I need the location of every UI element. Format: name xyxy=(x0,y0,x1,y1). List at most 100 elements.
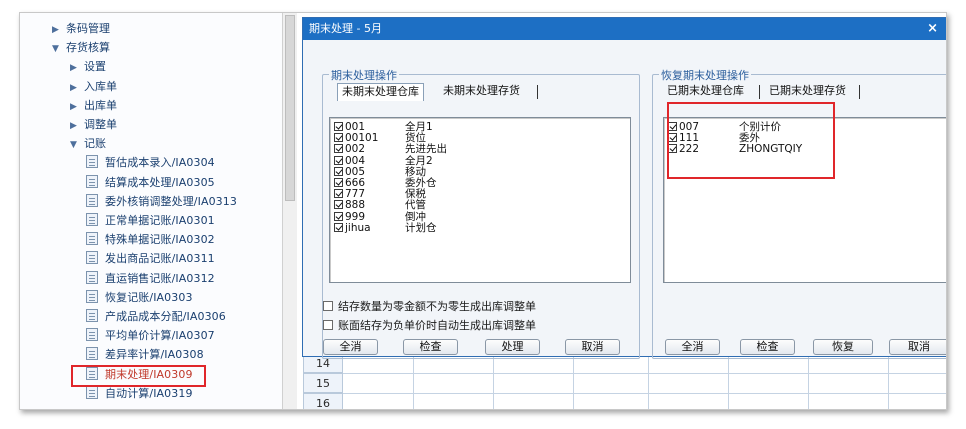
grid-line xyxy=(493,353,494,409)
list-item[interactable]: 888 代管 xyxy=(334,200,426,211)
nav-leaf-item[interactable]: 特殊单据记账/IA0302 xyxy=(86,231,215,249)
checkbox[interactable] xyxy=(334,200,343,210)
nav-leaf-item[interactable]: 暂估成本录入/IA0304 xyxy=(86,154,215,172)
checkbox[interactable] xyxy=(334,189,343,199)
list-item[interactable]: 004 全月2 xyxy=(334,154,433,167)
checkbox[interactable] xyxy=(334,211,343,221)
chevron-right-icon[interactable]: ▶ xyxy=(70,98,84,116)
nav-leaf-item[interactable]: 平均单价计算/IA0307 xyxy=(86,327,215,345)
grid-line xyxy=(728,353,729,409)
left-cancel-button[interactable]: 取消 xyxy=(565,339,620,355)
nav-item-label: 产成品成本分配/IA0306 xyxy=(105,310,226,323)
chevron-right-icon[interactable]: ▶ xyxy=(70,79,84,97)
grid-line xyxy=(573,353,574,409)
option-negative-price[interactable]: 账面结存为负单价时自动生成出库调整单 xyxy=(323,319,536,333)
annotation-highlight xyxy=(667,102,835,179)
nav-leaf-item[interactable]: 产成品成本分配/IA0306 xyxy=(86,308,226,326)
tab-processed-inventory[interactable]: 已期末处理存货 xyxy=(765,83,850,101)
document-icon xyxy=(86,174,98,188)
nav-leaf-item[interactable]: 差异率计算/IA0308 xyxy=(86,346,204,364)
close-icon[interactable]: × xyxy=(927,18,938,40)
nav-tree: ▶ 条码管理 ▼ 存货核算 ▶ 设置 ▶ 入库单 ▶ 出库单 ▶ 调整单 ▼ 记账 暂估成本录入/IA030… xyxy=(20,13,282,409)
document-icon xyxy=(86,385,98,399)
item-name: 代管 xyxy=(405,199,426,212)
right-cancel-button[interactable]: 取消 xyxy=(889,339,946,355)
right-tabs: 已期末处理仓库 已期末处理存货 xyxy=(663,83,873,101)
checkbox[interactable] xyxy=(334,178,343,187)
list-item[interactable]: jihua 计划仓 xyxy=(334,222,437,234)
dialog-titlebar: 期末处理 - 5月 × xyxy=(303,18,946,40)
nav-item-label: 恢复记账/IA0303 xyxy=(105,290,193,304)
nav-scrollbar[interactable] xyxy=(282,13,297,409)
nav-item-label: 委外核销调整处理/IA0313 xyxy=(105,194,237,208)
item-name: 倒冲 xyxy=(405,210,426,223)
process-button[interactable]: 处理 xyxy=(485,339,540,355)
tab-unprocessed-warehouse[interactable]: 未期末处理仓库 xyxy=(337,83,424,101)
chevron-down-icon[interactable]: ▼ xyxy=(52,40,66,58)
nav-leaf-item[interactable]: 自动计算/IA0319 xyxy=(86,385,193,403)
nav-leaf-item[interactable]: 发出商品记账/IA0311 xyxy=(86,250,215,268)
nav-leaf-item[interactable]: 委外核销调整处理/IA0313 xyxy=(86,193,237,211)
nav-item-label: 出库单 xyxy=(84,98,117,112)
left-check-button[interactable]: 检查 xyxy=(403,339,458,355)
nav-folder-item[interactable]: ▶ 调整单 xyxy=(70,116,117,134)
chevron-right-icon[interactable]: ▶ xyxy=(70,59,84,77)
checkbox[interactable] xyxy=(334,122,343,131)
nav-folder-item[interactable]: ▶ 出库单 xyxy=(70,97,117,115)
nav-item-label: 设置 xyxy=(84,60,106,74)
checkbox[interactable] xyxy=(334,133,343,143)
document-icon xyxy=(86,309,98,322)
nav-leaf-item[interactable]: 结算成本处理/IA0305 xyxy=(86,174,215,192)
nav-leaf-item[interactable]: 正常单据记账/IA0301 xyxy=(86,212,215,230)
grid-line xyxy=(808,353,809,409)
tab-unprocessed-inventory[interactable]: 未期末处理存货 xyxy=(439,83,524,101)
nav-item-label: 入库单 xyxy=(84,79,117,93)
document-icon xyxy=(86,347,98,361)
item-code: 004 xyxy=(345,154,366,167)
checkbox[interactable] xyxy=(334,144,343,154)
chevron-down-icon[interactable]: ▼ xyxy=(70,136,84,154)
chevron-right-icon[interactable]: ▶ xyxy=(52,21,66,39)
grid-line xyxy=(343,393,946,394)
nav-folder-item[interactable]: ▼ 存货核算 xyxy=(52,39,110,57)
tab-processed-warehouse[interactable]: 已期末处理仓库 xyxy=(663,83,748,101)
nav-item-label: 自动计算/IA0319 xyxy=(105,386,193,400)
checkbox[interactable] xyxy=(334,155,343,165)
document-icon xyxy=(86,289,98,303)
item-name: 先进先出 xyxy=(405,143,447,156)
option-zero-qty-checkbox[interactable] xyxy=(323,301,333,311)
nav-scrollbar-thumb[interactable] xyxy=(285,15,295,201)
left-clear-all-button[interactable]: 全消 xyxy=(323,339,378,355)
nav-leaf-item[interactable]: 恢复记账/IA0303 xyxy=(86,289,193,307)
nav-leaf-item[interactable]: 直运销售记账/IA0312 xyxy=(86,270,215,288)
nav-item-label: 记账 xyxy=(84,137,106,151)
document-icon xyxy=(86,251,98,265)
restore-button[interactable]: 恢复 xyxy=(813,339,873,355)
right-check-button[interactable]: 检查 xyxy=(740,339,795,355)
checkbox[interactable] xyxy=(334,222,343,232)
nav-folder-item[interactable]: ▼ 记账 xyxy=(70,135,106,153)
nav-folder-item[interactable]: ▶ 条码管理 xyxy=(52,20,110,38)
nav-folder-item[interactable]: ▶ 设置 xyxy=(70,58,106,76)
row-number: 16 xyxy=(303,393,343,409)
document-icon xyxy=(86,328,98,342)
option-zero-qty-label: 结存数量为零金额不为零生成出库调整单 xyxy=(338,300,536,313)
document-icon xyxy=(86,232,98,246)
nav-folder-item[interactable]: ▶ 入库单 xyxy=(70,78,117,96)
option-negative-price-checkbox[interactable] xyxy=(323,320,333,330)
nav-item-label: 平均单价计算/IA0307 xyxy=(105,329,215,343)
document-icon xyxy=(86,155,98,169)
checkbox[interactable] xyxy=(334,166,343,176)
right-clear-all-button[interactable]: 全消 xyxy=(665,339,720,355)
list-item[interactable]: 999 倒冲 xyxy=(334,210,426,223)
option-zero-qty[interactable]: 结存数量为零金额不为零生成出库调整单 xyxy=(323,300,536,314)
nav-item-label: 正常单据记账/IA0301 xyxy=(105,214,215,227)
tab-separator xyxy=(859,85,860,99)
nav-item-label: 条码管理 xyxy=(66,22,110,35)
tab-separator xyxy=(759,85,760,99)
grid-line xyxy=(413,353,414,409)
row-number: 15 xyxy=(303,373,343,393)
chevron-right-icon[interactable]: ▶ xyxy=(70,117,84,135)
nav-item-label: 存货核算 xyxy=(66,41,110,55)
list-item[interactable]: 002 先进先出 xyxy=(334,144,447,155)
